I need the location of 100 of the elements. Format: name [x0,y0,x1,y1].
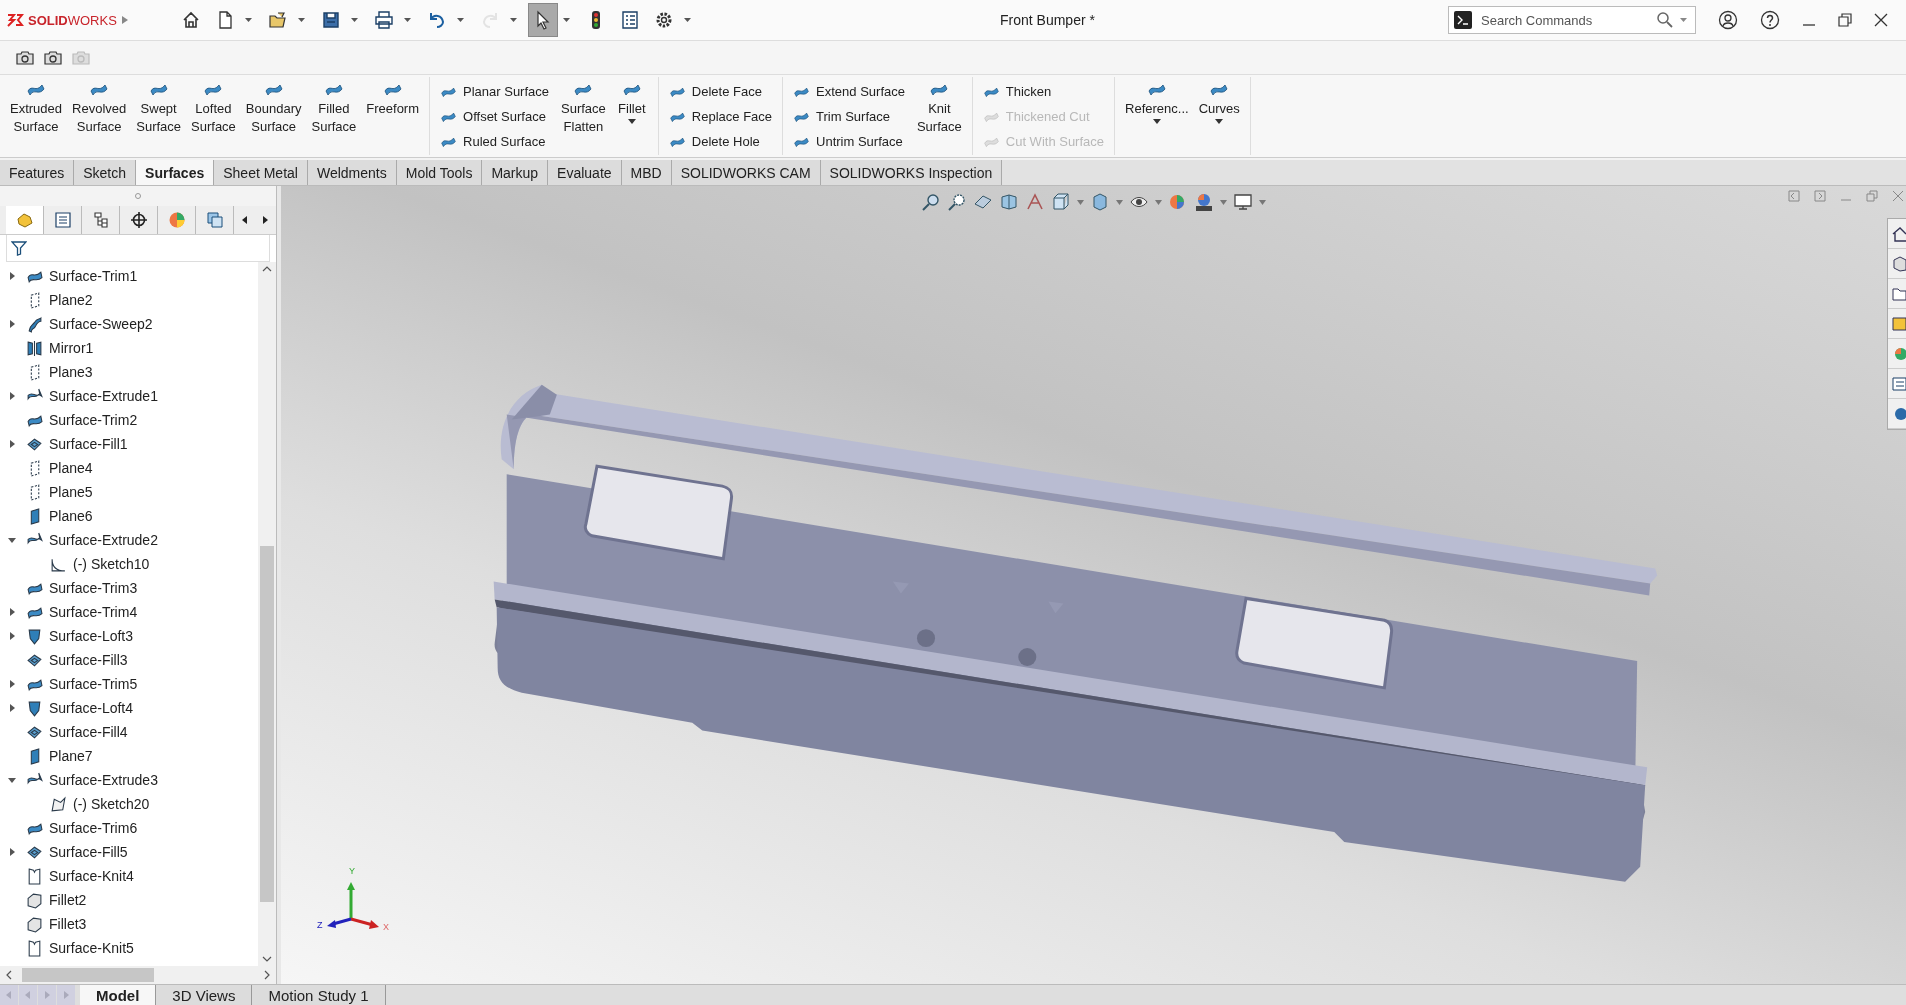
expand-arrow-icon[interactable] [8,848,16,856]
caret-icon[interactable] [244,17,253,23]
tree-item[interactable]: Surface-Trim1 [49,268,138,284]
ribbon-button[interactable]: Fillet [611,77,652,155]
collapse-arrow-icon[interactable] [8,536,16,544]
tree-item[interactable]: Surface-Trim5 [49,676,138,692]
tile-left-icon[interactable] [1788,190,1800,202]
toolbar-button[interactable] [528,3,558,37]
expand-arrow-icon[interactable] [120,15,129,25]
search-field[interactable]: Search Commands [1448,6,1696,34]
collapse-arrow-icon[interactable] [8,776,16,784]
tree-item[interactable]: (-) Sketch20 [73,796,150,812]
tree-item[interactable]: Plane4 [49,460,93,476]
caret-icon[interactable] [350,17,359,23]
tree-item[interactable]: Surface-Knit5 [49,940,134,956]
tree-item[interactable]: Surface-Loft3 [49,628,134,644]
ribbon-tab[interactable]: Sheet Metal [214,160,308,185]
section-view-icon[interactable] [999,192,1019,212]
ribbon-button[interactable]: Boundary Surface [241,77,306,155]
ribbon-button[interactable]: Surface Flatten [557,77,610,155]
ribbon-tab[interactable]: SOLIDWORKS Inspection [820,160,1003,185]
expand-arrow-icon[interactable] [8,440,16,448]
caret-icon[interactable] [456,17,465,23]
ribbon-button[interactable]: Delete Hole [664,129,777,153]
horizontal-scrollbar[interactable] [0,966,276,984]
ribbon-button[interactable]: Extruded Surface [6,77,67,155]
graphics-area[interactable]: Y Z X [281,186,1906,984]
ribbon-button[interactable]: Freeform [362,77,424,155]
caret-icon[interactable] [562,17,571,23]
ribbon-tab[interactable]: SOLIDWORKS CAM [671,160,821,185]
ribbon-tab[interactable]: Mold Tools [396,160,483,185]
ribbon-button[interactable]: Offset Surface [436,104,554,128]
tree-item[interactable]: Surface-Extrude2 [49,532,158,548]
ribbon-button[interactable]: Trim Surface [789,104,909,128]
tree-item[interactable]: Plane2 [49,292,93,308]
ribbon-button[interactable]: Curves [1194,77,1244,155]
ribbon-tab[interactable]: Sketch [74,160,137,185]
ribbon-tab[interactable]: Features [0,160,75,185]
zoom-to-fit-icon[interactable] [921,192,941,212]
tree-item[interactable]: Mirror1 [49,340,94,356]
ribbon-button[interactable]: Referenc... [1121,77,1193,155]
tree-item[interactable]: Plane6 [49,508,93,524]
ribbon-tab[interactable]: Surfaces [136,160,215,185]
ribbon-button[interactable]: Lofted Surface [187,77,240,155]
caret-icon[interactable] [1679,17,1688,23]
view-orientation-icon[interactable] [1051,192,1071,212]
expand-arrow-icon[interactable] [8,632,16,640]
expand-arrow-icon[interactable] [8,320,16,328]
document-tab[interactable]: Model [80,985,157,1005]
caret-icon[interactable] [403,17,412,23]
restore-icon[interactable] [1838,13,1852,27]
ribbon-button[interactable]: Extend Surface [789,79,909,103]
caret-icon[interactable] [509,17,518,23]
tree-item[interactable]: Plane3 [49,364,93,380]
expand-arrow-icon[interactable] [8,704,16,712]
tree-item[interactable]: Surface-Fill5 [49,844,128,860]
close-icon[interactable] [1874,13,1888,27]
tree-item[interactable]: Surface-Fill4 [49,724,128,740]
filter-field[interactable] [6,235,270,262]
tree-item[interactable]: Plane5 [49,484,93,500]
display-style-icon[interactable] [1090,192,1110,212]
ribbon-tab[interactable]: MBD [621,160,672,185]
tree-item[interactable]: Fillet3 [49,916,87,932]
expand-arrow-icon[interactable] [8,608,16,616]
ribbon-button[interactable]: Thicken [978,79,1109,103]
tile-right-icon[interactable] [1814,190,1826,202]
vertical-scrollbar[interactable] [258,262,276,966]
tree-item[interactable]: Surface-Trim3 [49,580,138,596]
expand-arrow-icon[interactable] [8,680,16,688]
zoom-area-icon[interactable] [947,192,967,212]
tree-item[interactable]: Surface-Sweep2 [49,316,153,332]
help-icon[interactable] [1760,10,1780,30]
tree-item[interactable]: Surface-Trim4 [49,604,138,620]
ribbon-button[interactable]: Replace Face [664,104,777,128]
tree-item[interactable]: Surface-Trim6 [49,820,138,836]
expand-arrow-icon[interactable] [8,392,16,400]
tree-item[interactable]: Surface-Extrude3 [49,772,158,788]
caret-icon[interactable] [683,17,692,23]
ribbon-tab[interactable]: Markup [482,160,549,185]
ribbon-tab[interactable]: Weldments [307,160,397,185]
tree-item[interactable]: (-) Sketch10 [73,556,150,572]
caret-icon[interactable] [297,17,306,23]
monitor-icon[interactable] [1233,192,1253,212]
ribbon-button[interactable]: Planar Surface [436,79,554,103]
ribbon-button[interactable]: Ruled Surface [436,129,554,153]
tree-item[interactable]: Plane7 [49,748,93,764]
expand-arrow-icon[interactable] [8,272,16,280]
tree-item[interactable]: Surface-Fill3 [49,652,128,668]
tree-item[interactable]: Surface-Loft4 [49,700,134,716]
ribbon-button[interactable]: Revolved Surface [68,77,131,155]
ribbon-button[interactable]: Knit Surface [912,77,966,155]
tree-item[interactable]: Surface-Fill1 [49,436,128,452]
user-icon[interactable] [1718,10,1738,30]
ribbon-button[interactable]: Delete Face [664,79,777,103]
ribbon-button[interactable]: Filled Surface [307,77,361,155]
tree-item[interactable]: Surface-Knit4 [49,868,134,884]
ribbon-button[interactable]: Untrim Surface [789,129,909,153]
tree-item[interactable]: Surface-Extrude1 [49,388,158,404]
tree-item[interactable]: Fillet2 [49,892,87,908]
tree-item[interactable]: Surface-Trim2 [49,412,138,428]
